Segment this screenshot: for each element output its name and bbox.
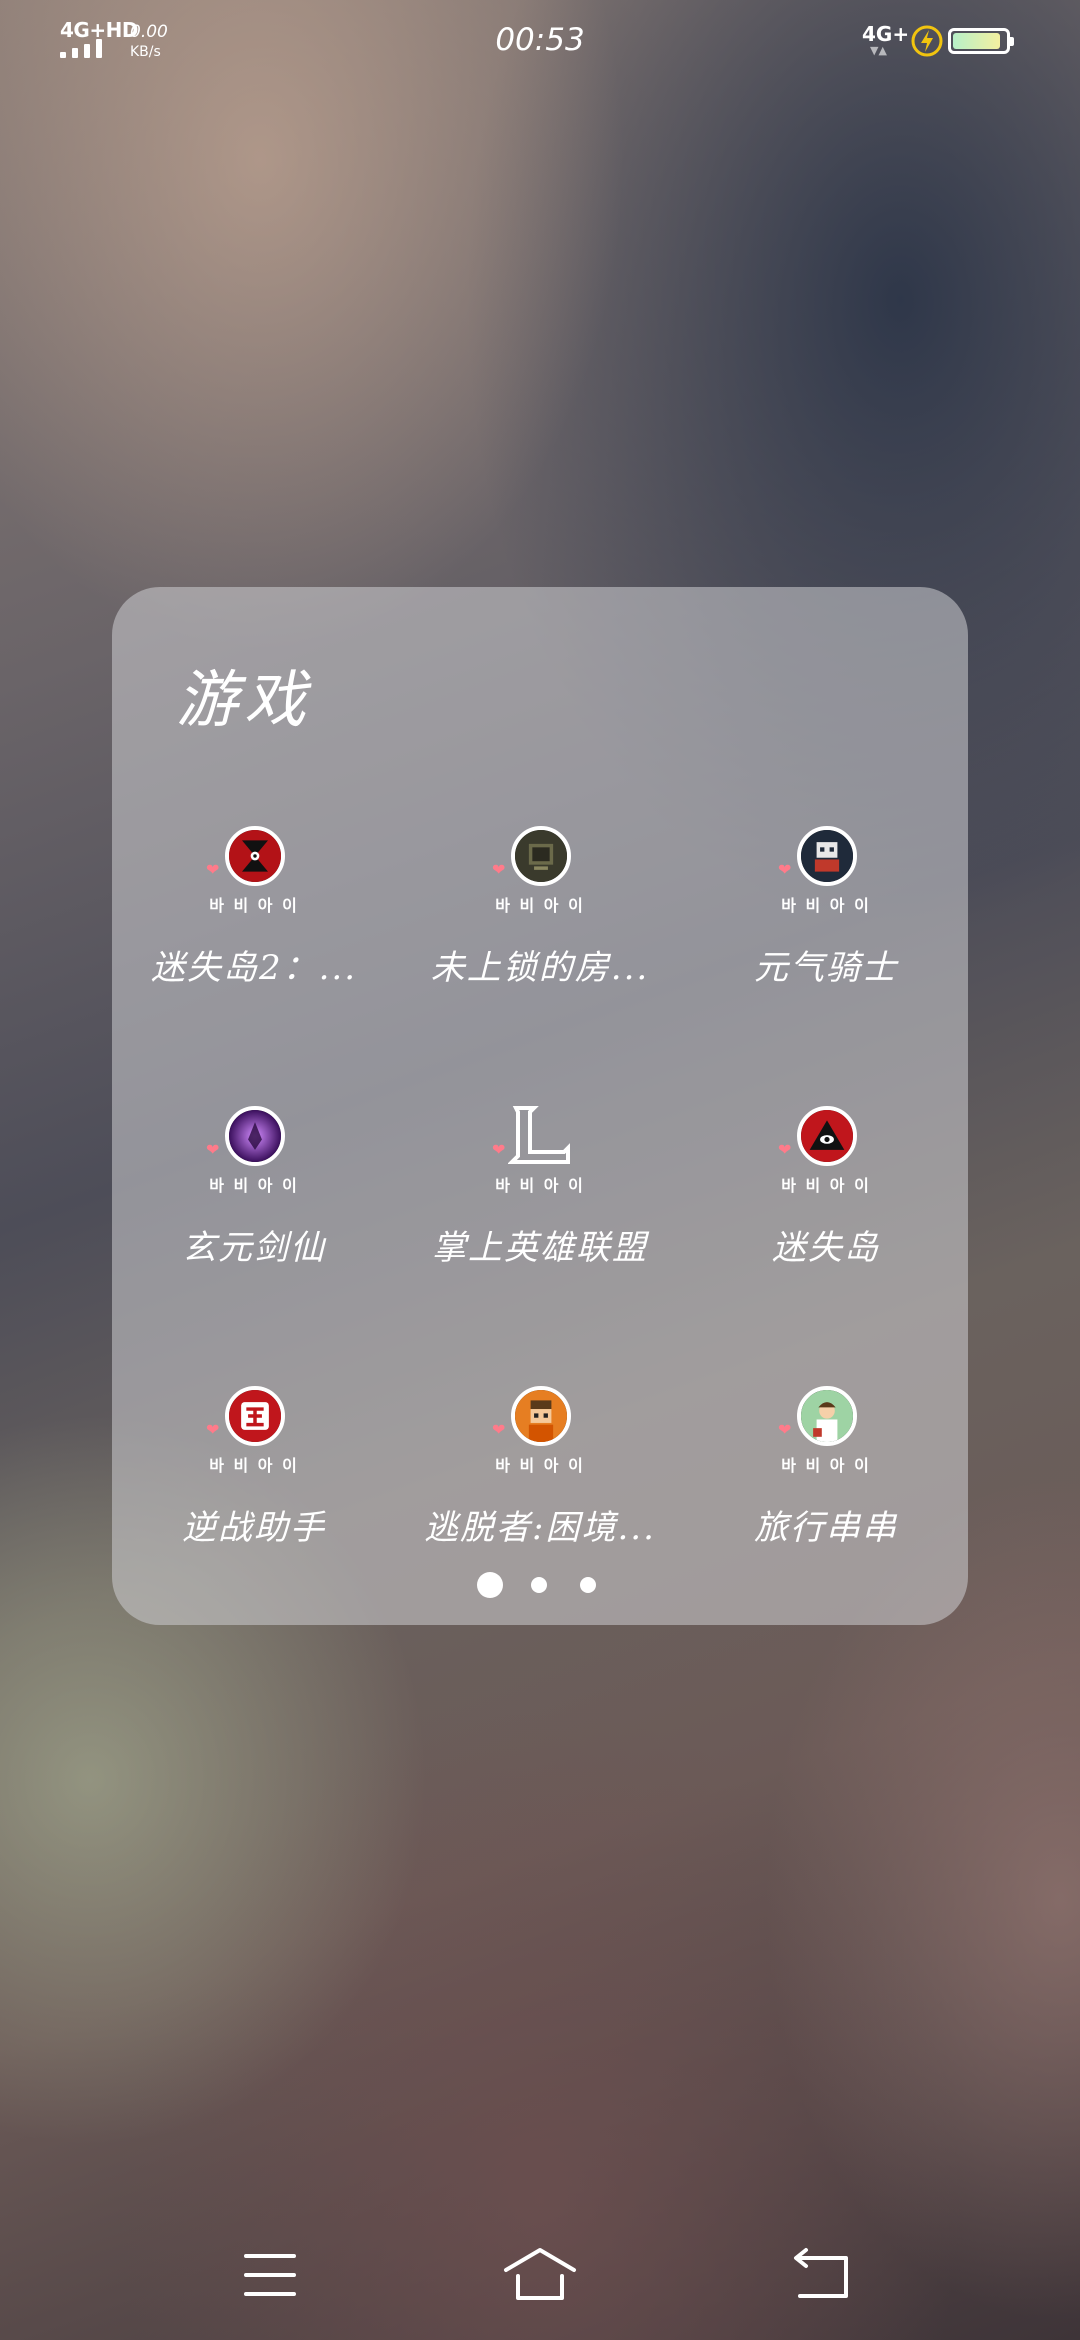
app-label: 元气骑士	[754, 948, 898, 988]
heart-decoration-icon: ❤	[492, 1140, 506, 1159]
app-soul-knight[interactable]: ❤ 바 비 아 이 元气骑士	[684, 822, 968, 1022]
heart-decoration-icon: ❤	[778, 860, 792, 879]
heart-decoration-icon: ❤	[206, 860, 220, 879]
heart-decoration-icon: ❤	[492, 860, 506, 879]
decoration-text: 바 비 아 이	[209, 1176, 299, 1195]
decoration-text: 바 비 아 이	[495, 1176, 585, 1195]
heart-decoration-icon: ❤	[778, 1420, 792, 1439]
heart-decoration-icon: ❤	[492, 1420, 506, 1439]
navigation-bar	[0, 2240, 1080, 2310]
escapists-icon	[511, 1386, 571, 1446]
data-activity-icon: ▼▲	[870, 44, 887, 57]
xuanyuan-sword-icon	[225, 1106, 285, 1166]
page-dot[interactable]	[580, 1577, 596, 1593]
home-button[interactable]	[500, 2240, 580, 2310]
lost-island-icon	[797, 1106, 857, 1166]
league-of-legends-icon	[508, 1102, 574, 1168]
app-folder: 游戏 ❤ 바 비 아 이 迷失岛2：... ❤ 바 비 아 이 未上锁的房...…	[112, 587, 968, 1625]
page-indicator	[112, 1572, 968, 1598]
app-xuanyuan-sword[interactable]: ❤ 바 비 아 이 玄元剑仙	[112, 1102, 396, 1302]
decoration-text: 바 비 아 이	[495, 1456, 585, 1475]
battery-level	[953, 33, 1000, 49]
travel-chuanchuan-icon	[797, 1386, 857, 1446]
decoration-text: 바 비 아 이	[209, 1456, 299, 1475]
app-lost-island-2[interactable]: ❤ 바 비 아 이 迷失岛2：...	[112, 822, 396, 1022]
charging-icon	[910, 24, 944, 58]
soul-knight-icon	[797, 826, 857, 886]
app-unlocked-room[interactable]: ❤ 바 비 아 이 未上锁的房...	[398, 822, 682, 1022]
battery-icon	[948, 28, 1014, 54]
page-dot[interactable]	[531, 1577, 547, 1593]
app-travel-chuanchuan[interactable]: ❤ 바 비 아 이 旅行串串	[684, 1382, 968, 1582]
decoration-text: 바 비 아 이	[781, 896, 871, 915]
heart-decoration-icon: ❤	[778, 1140, 792, 1159]
nizhan-assistant-icon	[225, 1386, 285, 1446]
decoration-text: 바 비 아 이	[209, 896, 299, 915]
app-escapists[interactable]: ❤ 바 비 아 이 逃脱者:困境...	[398, 1382, 682, 1582]
home-icon	[504, 2248, 576, 2300]
decoration-text: 바 비 아 이	[495, 896, 585, 915]
back-icon	[794, 2248, 848, 2298]
app-lost-island[interactable]: ❤ 바 비 아 이 迷失岛	[684, 1102, 968, 1302]
lost-island-2-icon	[225, 826, 285, 886]
menu-icon	[244, 2254, 296, 2296]
app-label: 迷失岛2：...	[150, 948, 358, 988]
app-label: 逆战助手	[182, 1508, 326, 1548]
app-label: 掌上英雄联盟	[432, 1228, 648, 1268]
app-label: 逃脱者:困境...	[424, 1508, 656, 1548]
network-type-right: 4G+	[862, 22, 910, 46]
decoration-text: 바 비 아 이	[781, 1176, 871, 1195]
decoration-text: 바 비 아 이	[781, 1456, 871, 1475]
app-label: 玄元剑仙	[182, 1228, 326, 1268]
menu-button[interactable]	[230, 2240, 310, 2310]
heart-decoration-icon: ❤	[206, 1420, 220, 1439]
page-dot-active[interactable]	[477, 1572, 503, 1598]
folder-title[interactable]: 游戏	[176, 649, 312, 739]
unlocked-room-icon	[511, 826, 571, 886]
heart-decoration-icon: ❤	[206, 1140, 220, 1159]
app-label: 旅行串串	[754, 1508, 898, 1548]
app-league-of-legends[interactable]: ❤ 바 비 아 이 掌上英雄联盟	[398, 1102, 682, 1302]
app-nizhan-assistant[interactable]: ❤ 바 비 아 이 逆战助手	[112, 1382, 396, 1582]
app-label: 未上锁的房...	[430, 948, 650, 988]
app-label: 迷失岛	[772, 1228, 880, 1268]
back-button[interactable]	[782, 2240, 862, 2310]
status-bar: 4G+HD 0.00 KB/s 00:53 4G+ ▼▲	[0, 0, 1080, 90]
